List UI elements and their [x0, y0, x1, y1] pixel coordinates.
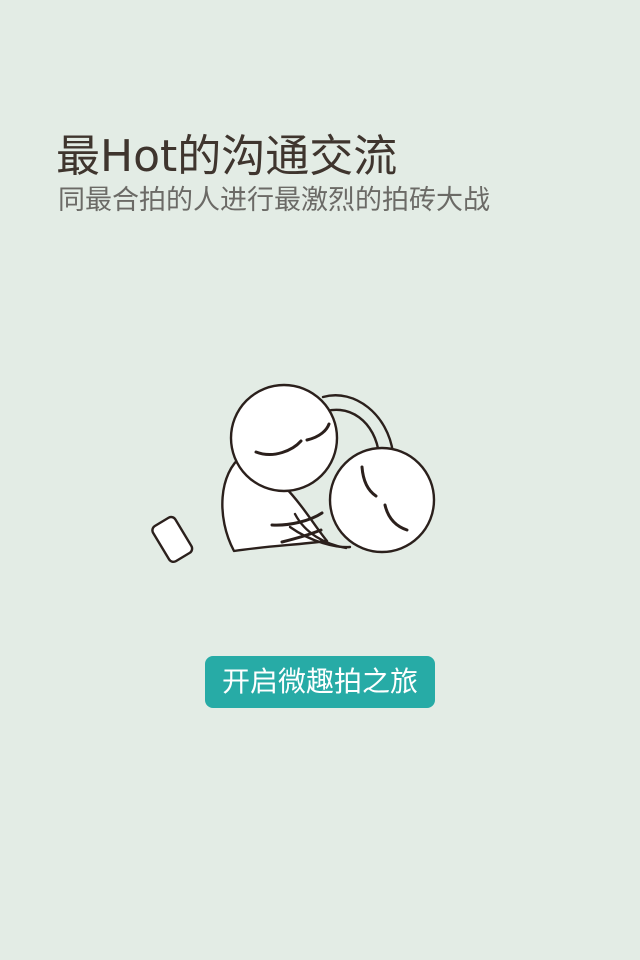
start-journey-button[interactable]: 开启微趣拍之旅 [205, 656, 435, 708]
app-screen: 最Hot的沟通交流 同最合拍的人进行最激烈的拍砖大战 开启微趣拍之旅 [0, 0, 640, 960]
page-title: 最Hot的沟通交流 [56, 131, 398, 182]
two-cartoon-characters-with-brick-icon [151, 383, 436, 564]
page-subtitle: 同最合拍的人进行最激烈的拍砖大战 [58, 185, 490, 216]
